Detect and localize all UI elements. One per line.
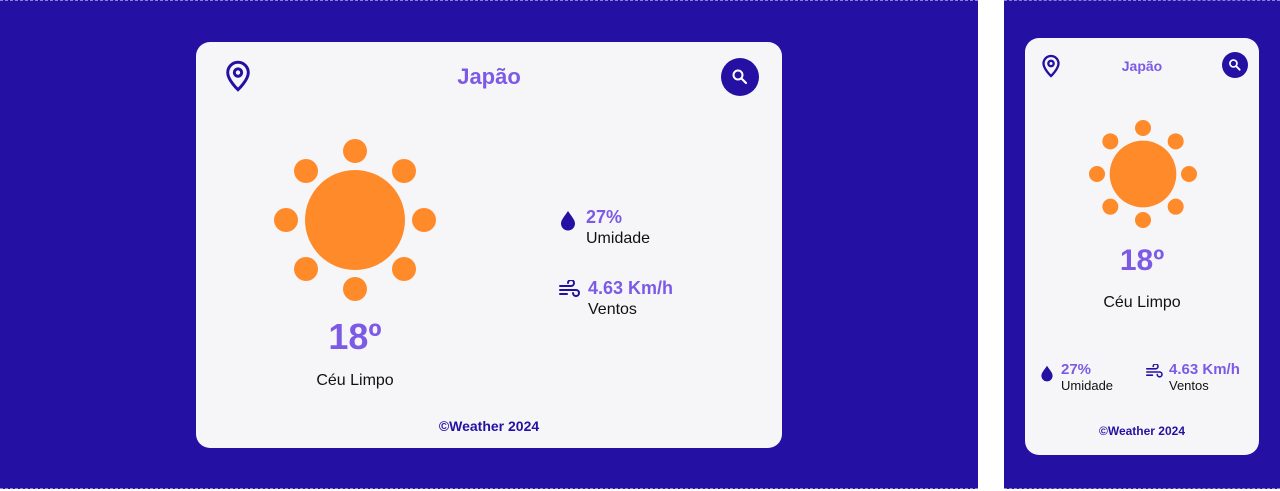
humidity-stat: 27% Umidade xyxy=(558,207,650,248)
temperature: 18º xyxy=(1119,244,1165,277)
humidity-stat: 27% Umidade xyxy=(1039,361,1113,393)
wind-icon xyxy=(1146,364,1163,378)
temperature: 18º xyxy=(328,316,382,357)
weather-card: Japão 18º Céu Limpo 27% Umidade 4.63 Km/… xyxy=(1025,38,1259,455)
wind-label: Ventos xyxy=(1169,378,1209,393)
footer-copyright: ©Weather 2024 xyxy=(438,418,540,434)
search-button[interactable] xyxy=(721,58,759,96)
water-drop-icon xyxy=(561,211,575,231)
wind-label: Ventos xyxy=(588,301,637,318)
sun-icon xyxy=(1089,120,1197,228)
wind-icon xyxy=(559,280,580,297)
search-icon xyxy=(732,69,748,85)
humidity-value: 27% xyxy=(1061,361,1092,378)
weather-card: Japão 18º Céu Limpo 27% Umidade 4.63 Km/… xyxy=(196,42,782,448)
humidity-value: 27% xyxy=(586,207,623,227)
humidity-label: Umidade xyxy=(1061,378,1114,393)
weather-condition: Céu Limpo xyxy=(316,372,394,389)
wind-stat: 4.63 Km/h Ventos xyxy=(1145,361,1240,393)
humidity-label: Umidade xyxy=(586,230,651,247)
sun-icon xyxy=(274,139,436,301)
wind-value: 4.63 Km/h xyxy=(1169,361,1240,378)
desktop-view: Japão 18º Céu Limpo 27% Umidade 4.63 Km/… xyxy=(0,0,978,489)
search-button[interactable] xyxy=(1222,52,1248,78)
wind-value: 4.63 Km/h xyxy=(588,278,674,298)
mobile-view: Japão 18º Céu Limpo 27% Umidade 4.63 Km/… xyxy=(1004,0,1280,489)
footer-copyright: ©Weather 2024 xyxy=(1099,424,1185,438)
search-icon xyxy=(1229,59,1241,71)
location-title: Japão xyxy=(457,64,521,89)
water-drop-icon xyxy=(1041,365,1053,382)
wind-stat: 4.63 Km/h Ventos xyxy=(558,278,673,319)
weather-condition: Céu Limpo xyxy=(1103,294,1181,311)
